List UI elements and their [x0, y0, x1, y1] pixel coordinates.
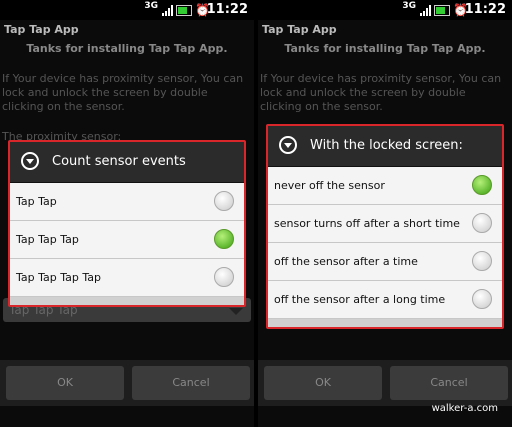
dialog-header: With the locked screen: — [268, 126, 502, 167]
dropdown-circle-icon — [279, 136, 297, 154]
radio-button[interactable] — [214, 267, 234, 287]
info-text: If Your device has proximity sensor, You… — [2, 72, 244, 113]
app-title: Tap Tap App — [4, 23, 79, 36]
dropdown-circle-icon — [21, 152, 39, 170]
option-tap-tap[interactable]: Tap Tap — [10, 183, 244, 221]
dialog-title: With the locked screen: — [310, 138, 463, 153]
option-label: Tap Tap Tap — [16, 233, 79, 246]
app-title: Tap Tap App — [262, 23, 337, 36]
option-long-time[interactable]: off the sensor after a long time — [268, 281, 502, 319]
radio-button[interactable] — [214, 191, 234, 211]
network-type: 3G — [402, 1, 416, 11]
radio-button[interactable] — [472, 289, 492, 309]
chevron-down-icon — [229, 308, 243, 315]
battery-icon — [434, 5, 450, 16]
option-label: never off the sensor — [274, 179, 385, 192]
button-bar: OK Cancel — [0, 360, 254, 406]
option-never-off[interactable]: never off the sensor — [268, 167, 502, 205]
ok-button[interactable]: OK — [264, 366, 382, 400]
network-type: 3G — [144, 1, 158, 11]
status-bar: 3G ⏰ 11:22 — [0, 0, 254, 20]
right-screen: 3G ⏰ 11:22 Tap Tap App Tanks for install… — [258, 0, 512, 427]
option-label: off the sensor after a long time — [274, 293, 446, 306]
option-label: Tap Tap Tap Tap — [16, 271, 101, 284]
signal-icon — [162, 5, 173, 16]
watermark-credit: walker-a.com — [431, 403, 498, 414]
info-text: If Your device has proximity sensor, You… — [260, 72, 502, 113]
option-tap-tap-tap[interactable]: Tap Tap Tap — [10, 221, 244, 259]
dialog-footer — [268, 319, 502, 327]
option-after-time[interactable]: off the sensor after a time — [268, 243, 502, 281]
status-bar: 3G ⏰ 11:22 — [258, 0, 512, 20]
dialog-title: Count sensor events — [52, 154, 186, 169]
dialog-header: Count sensor events — [10, 142, 244, 183]
clock: 11:22 — [464, 2, 506, 17]
cancel-button[interactable]: Cancel — [390, 366, 508, 400]
button-bar: OK Cancel — [258, 360, 512, 406]
radio-button-selected[interactable] — [214, 229, 234, 249]
option-label: off the sensor after a time — [274, 255, 418, 268]
count-sensor-events-dialog: Count sensor events Tap Tap Tap Tap Tap … — [8, 140, 246, 307]
radio-button[interactable] — [472, 213, 492, 233]
signal-icon — [420, 5, 431, 16]
thanks-text: Tanks for installing Tap Tap App. — [284, 42, 486, 55]
option-label: sensor turns off after a short time — [274, 217, 460, 230]
option-label: Tap Tap — [16, 195, 57, 208]
option-tap-tap-tap-tap[interactable]: Tap Tap Tap Tap — [10, 259, 244, 297]
dialog-footer — [10, 297, 244, 305]
left-screen: 3G ⏰ 11:22 Tap Tap App Tanks for install… — [0, 0, 254, 427]
clock: 11:22 — [206, 2, 248, 17]
battery-icon — [176, 5, 192, 16]
cancel-button[interactable]: Cancel — [132, 366, 250, 400]
radio-button-selected[interactable] — [472, 175, 492, 195]
option-short-time[interactable]: sensor turns off after a short time — [268, 205, 502, 243]
ok-button[interactable]: OK — [6, 366, 124, 400]
locked-screen-dialog: With the locked screen: never off the se… — [266, 124, 504, 329]
thanks-text: Tanks for installing Tap Tap App. — [26, 42, 228, 55]
radio-button[interactable] — [472, 251, 492, 271]
